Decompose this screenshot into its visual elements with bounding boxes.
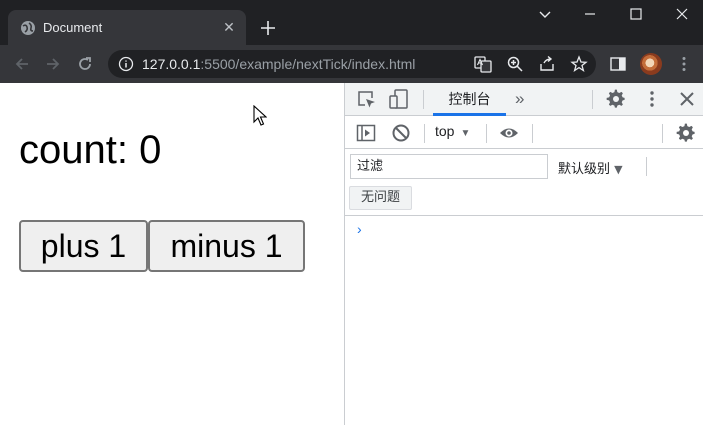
minimize-button[interactable] <box>575 4 605 24</box>
translate-icon[interactable] <box>474 55 492 73</box>
toolbar-separator <box>424 124 425 143</box>
devtools-tab-bar: 控制台 » <box>345 83 703 116</box>
sidebar-toggle-icon[interactable] <box>356 123 376 143</box>
issues-row: 无问题 <box>345 182 703 216</box>
log-levels-dropdown[interactable]: 默认级别 ▼ <box>558 158 623 177</box>
no-issues-button[interactable]: 无问题 <box>349 186 413 210</box>
log-levels-label: 默认级别 <box>558 162 611 177</box>
tab-title: Document <box>43 20 103 35</box>
url-path: :5500/example/nextTick/index.html <box>200 56 416 72</box>
more-tabs-button[interactable]: » <box>515 89 524 109</box>
tab-strip: Document ✕ <box>0 0 703 45</box>
close-window-button[interactable] <box>667 4 697 24</box>
plus-button[interactable]: plus 1 <box>19 220 148 272</box>
back-arrow-icon[interactable] <box>12 54 32 74</box>
forward-arrow-icon[interactable] <box>43 54 63 74</box>
browser-window: Document ✕ 127.0.0.1:5500/example/nextTi… <box>0 0 703 425</box>
tab-separator <box>592 90 593 109</box>
context-label: top <box>435 123 455 139</box>
browser-toolbar: 127.0.0.1:5500/example/nextTick/index.ht… <box>0 45 703 83</box>
live-expression-eye-icon[interactable] <box>499 123 519 143</box>
zoom-icon[interactable] <box>506 55 524 73</box>
device-toolbar-icon[interactable] <box>389 89 409 109</box>
inspect-element-icon[interactable] <box>357 90 377 110</box>
maximize-button[interactable] <box>621 4 651 24</box>
address-bar[interactable]: 127.0.0.1:5500/example/nextTick/index.ht… <box>108 50 596 78</box>
url-host: 127.0.0.1 <box>142 56 201 72</box>
share-icon[interactable] <box>538 55 556 73</box>
clear-console-icon[interactable] <box>391 123 411 143</box>
close-devtools-icon[interactable] <box>677 89 697 109</box>
devtools-menu-icon[interactable] <box>642 89 662 109</box>
filter-row: 过滤 默认级别 ▼ <box>345 150 703 182</box>
mouse-cursor-icon <box>253 105 267 126</box>
profile-avatar[interactable] <box>640 53 662 75</box>
site-info-icon[interactable] <box>118 56 134 72</box>
globe-icon <box>21 21 35 35</box>
more-menu-icon[interactable] <box>675 55 693 73</box>
tab-document[interactable]: Document ✕ <box>8 10 246 45</box>
chevron-down-icon: ▼ <box>460 128 471 139</box>
tab-console[interactable]: 控制台 <box>433 83 506 116</box>
toolbar-separator <box>532 124 533 143</box>
tab-search-chevron-icon[interactable] <box>530 4 560 24</box>
chevron-down-icon: ▼ <box>614 163 623 176</box>
console-toolbar: top ▼ <box>345 117 703 149</box>
reload-icon[interactable] <box>75 54 95 74</box>
console-settings-gear-icon[interactable] <box>676 123 696 143</box>
web-page: count: 0 plus 1 minus 1 <box>0 83 344 425</box>
new-tab-button[interactable] <box>258 18 278 38</box>
tab-separator <box>423 90 424 109</box>
toolbar-separator <box>662 124 663 143</box>
count-display: count: 0 <box>19 128 162 172</box>
side-panel-icon[interactable] <box>609 55 627 73</box>
context-selector[interactable]: top ▼ <box>435 123 470 139</box>
url-text[interactable]: 127.0.0.1:5500/example/nextTick/index.ht… <box>142 56 415 72</box>
toolbar-separator <box>486 124 487 143</box>
bookmark-star-icon[interactable] <box>570 55 588 73</box>
tab-close-button[interactable]: ✕ <box>220 18 238 36</box>
minus-button[interactable]: minus 1 <box>148 220 305 272</box>
devtools-panel: 控制台 » top ▼ 过滤 默认级别 ▼ 无问题 › <box>344 83 703 425</box>
toolbar-separator <box>646 157 647 176</box>
console-prompt[interactable]: › <box>357 221 362 237</box>
filter-input[interactable]: 过滤 <box>350 154 548 179</box>
gear-icon[interactable] <box>606 89 626 109</box>
